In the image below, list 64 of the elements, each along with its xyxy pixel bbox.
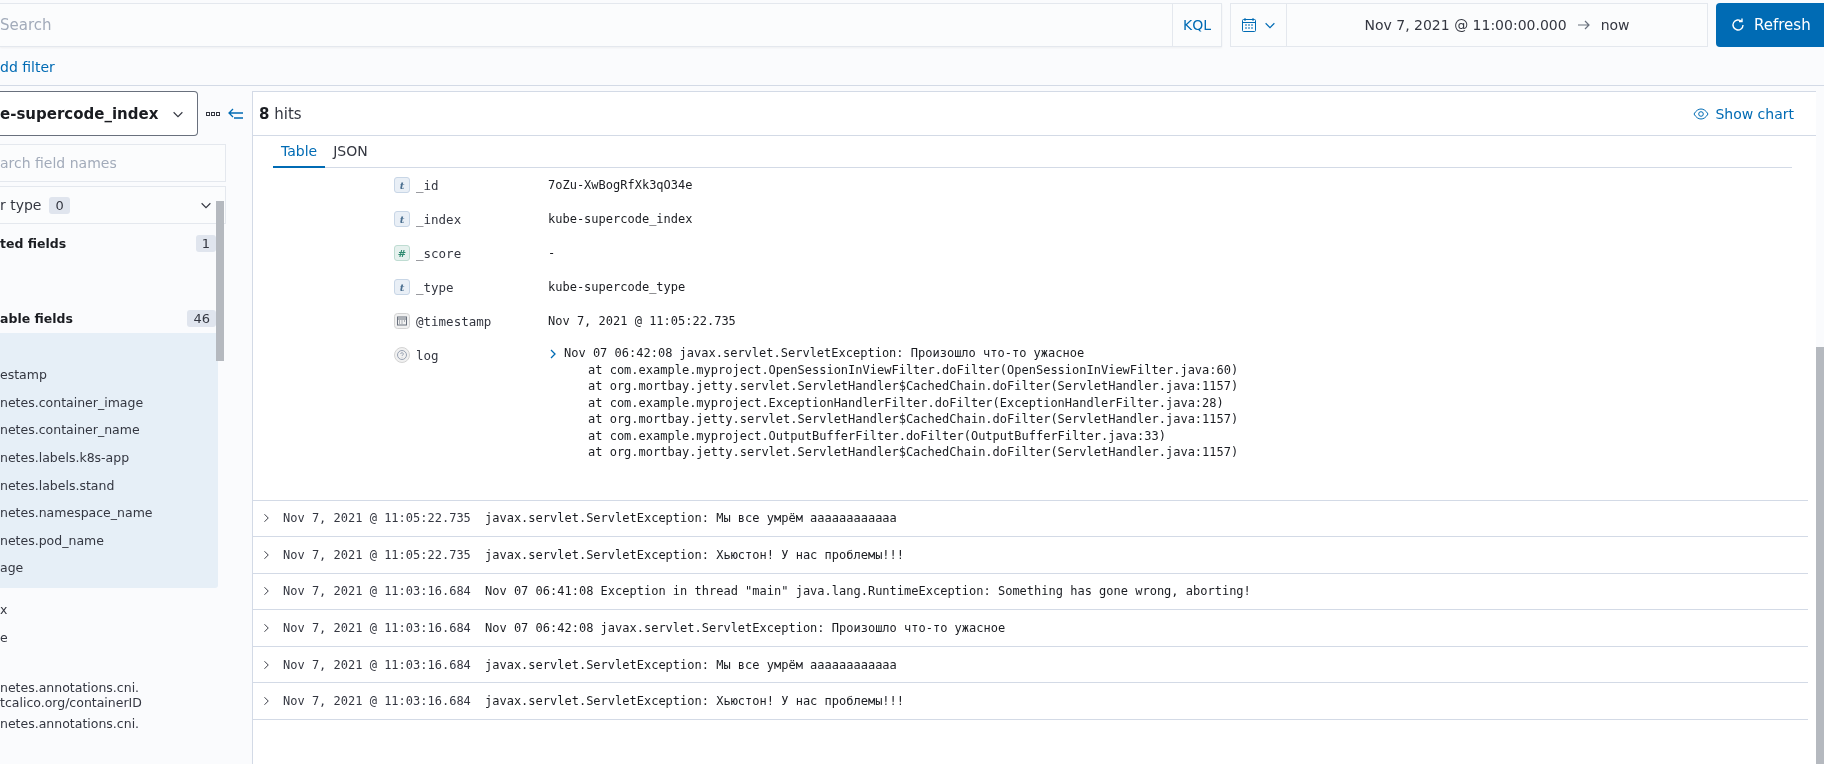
row-message: javax.servlet.ServletException: Хьюстон! У нас проблемы!!! [485,547,905,562]
calendar-icon [394,313,410,329]
field-name[interactable]: netes.container_name [0,416,218,444]
more-icon[interactable] [206,110,220,117]
field-type-icon: # [394,245,410,261]
section-title: ted fields [0,235,67,251]
field-type-icon: t [394,279,410,295]
field-search-input[interactable]: arch field names [0,144,226,182]
refresh-icon [1730,17,1746,33]
end-date[interactable]: now [1600,17,1630,33]
query-language-button[interactable]: KQL [1172,4,1221,46]
collapse-icon[interactable] [228,107,244,120]
show-chart-button[interactable]: Show chart [1687,104,1800,123]
question-icon [394,347,410,363]
field-label: _type [416,279,454,295]
field-value: 7oZu-XwBogRfXk3qO34e [548,177,693,194]
field-value: kube-supercode_type [548,279,686,296]
field-name[interactable]: tcalico.org/containerID [0,694,218,710]
field-value: kube-supercode_index [548,211,693,228]
tab[interactable]: JSON [325,136,376,168]
field-name[interactable]: estamp [0,361,218,389]
field-value: - [548,245,556,262]
field-name[interactable]: netes.annotations.cni. [0,716,218,732]
calendar-icon [1240,17,1257,33]
field-name[interactable]: netes.pod_name [0,526,218,555]
field-name[interactable]: netes.annotations.cni. [0,679,218,695]
log-text: Nov 07 06:42:08 javax.servlet.ServletException: Произошло что-то ужасное at com.example.myproject.OpenSessionInViewFilter.doFilter(OpenSessionInViewFilter.java:60) at org.mortbay.jetty.servlet.ServletHandler$CachedChain.doFilter(ServletHandler.java:1157) at com.example.myproject.ExceptionHandlerFilter.doFilter(ExceptionHandlerFilter.java:28) at org.mortbay.jetty.servlet.ServletHandler$CachedChain.doFilter(ServletHandler.java:1157) at com.example.myproject.OutputBufferFilter.doFilter(OutputBufferFilter.java:33) at org.mortbay.jetty.servlet.ServletHandler$CachedChain.doFilter(ServletHandler.java:1157) [564,346,1239,461]
eye-icon [1693,107,1710,120]
tab[interactable]: Table [273,136,326,168]
type-filter-button[interactable]: r type 0 [0,186,226,224]
row-time: Nov 7, 2021 @ 11:05:22.735 [283,547,468,562]
field-type-icon: t [394,177,410,193]
field-name[interactable]: age [0,554,218,582]
row-message: javax.servlet.ServletException: Мы все умрём аааааааааааа [485,511,897,526]
row-message: Nov 07 06:41:08 Exception in thread "main" java.lang.RuntimeException: Something has gone wrong, aborting! [485,584,1251,599]
arrow-icon [1576,20,1591,30]
field-label: _score [416,245,462,261]
start-date[interactable]: Nov 7, 2021 @ 11:00:00.000 [1364,17,1567,33]
add-filter-link[interactable]: dd filter [0,58,55,75]
row-time: Nov 7, 2021 @ 11:05:22.735 [283,511,468,526]
field-label: log [416,347,439,363]
refresh-button[interactable]: Refresh [1716,3,1824,47]
field-label: _index [416,211,462,227]
field-name[interactable]: netes.namespace_name [0,498,218,527]
field-count: 1 [195,234,216,252]
index-pattern-select[interactable]: e-supercode_index [0,91,198,136]
hits-count: 8 hits [259,104,302,123]
row-message: Nov 07 06:42:08 javax.servlet.ServletException: Произошло что-то ужасное [485,621,1006,636]
scrollbar-thumb[interactable] [1816,347,1824,764]
row-message: javax.servlet.ServletException: Мы все умрём аааааааааааа [485,657,897,672]
field-name[interactable]: netes.labels.k8s-app [0,443,218,472]
field-name[interactable]: e [0,630,218,646]
row-message: javax.servlet.ServletException: Хьюстон! У нас проблемы!!! [485,694,905,709]
field-value: Nov 7, 2021 @ 11:05:22.735 [548,313,736,330]
field-name[interactable]: netes.container_image [0,388,218,417]
field-count: 46 [187,309,216,327]
field-name[interactable]: x [0,602,218,618]
field-label: _id [416,177,439,193]
field-label: @timestamp [416,313,492,329]
search-field[interactable]: Search KQL [0,3,1222,47]
scrollbar-thumb[interactable] [216,201,224,361]
field-name[interactable]: netes.labels.stand [0,471,218,499]
section-title: able fields [0,310,73,326]
field-type-icon: t [394,211,410,227]
